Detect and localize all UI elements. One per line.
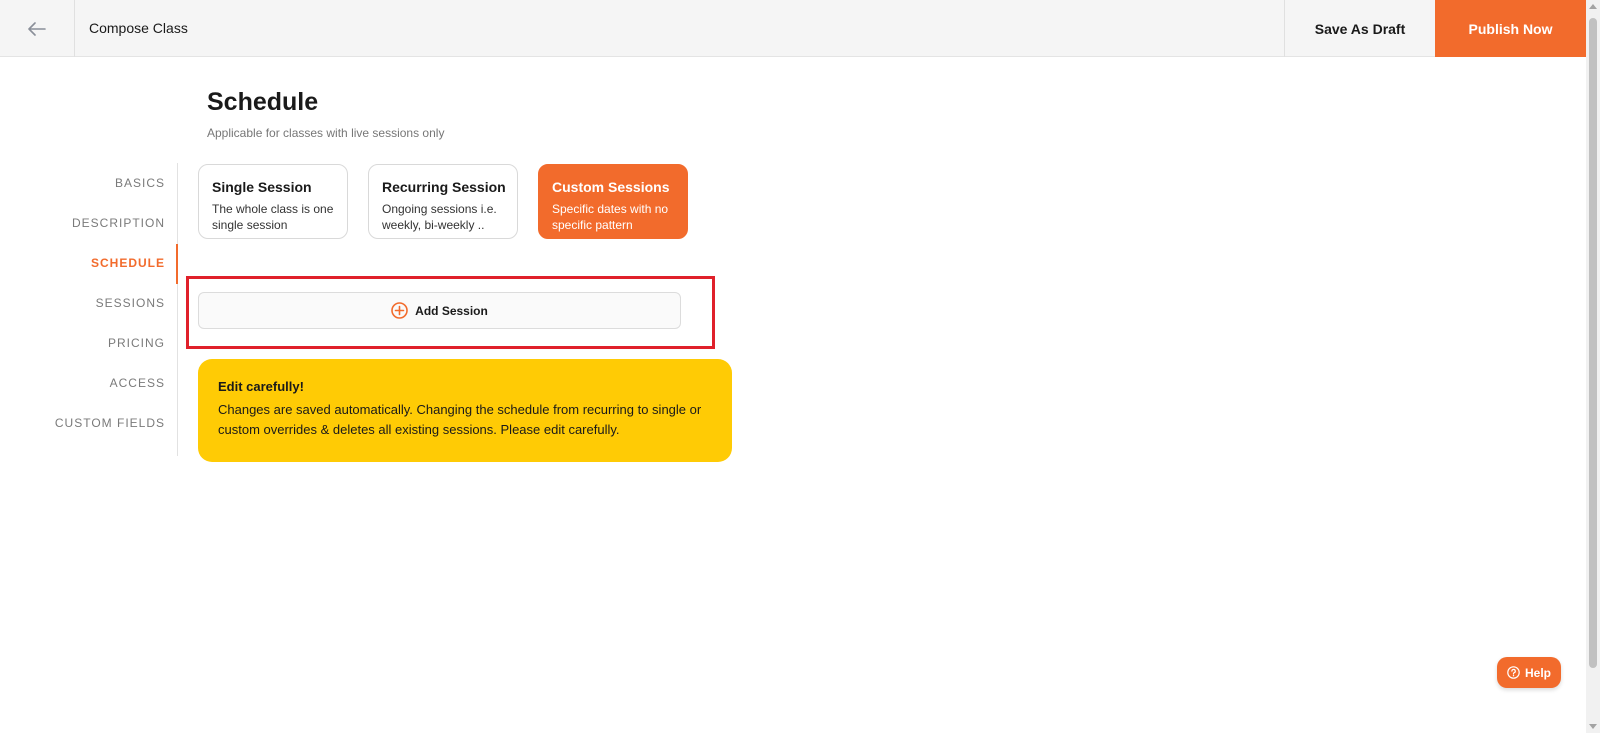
warning-title: Edit carefully! (218, 379, 304, 394)
page-title: Schedule (207, 88, 319, 116)
sidenav-item-basics[interactable]: BASICS (18, 176, 178, 190)
sidenav-item-custom-fields[interactable]: CUSTOM FIELDS (18, 416, 178, 430)
custom-sessions-card[interactable]: Custom Sessions Specific dates with no s… (538, 164, 688, 239)
sidenav-item-pricing[interactable]: PRICING (18, 336, 178, 350)
plus-circle-icon (391, 302, 408, 319)
add-session-label: Add Session (415, 303, 488, 318)
help-button[interactable]: Help (1497, 657, 1561, 688)
card-description: Ongoing sessions i.e. weekly, bi-weekly … (382, 202, 497, 232)
sidenav-item-sessions[interactable]: SESSIONS (18, 296, 178, 310)
sidenav-item-access[interactable]: ACCESS (18, 376, 178, 390)
vertical-scrollbar[interactable] (1586, 0, 1600, 733)
scroll-up-arrow-icon[interactable] (1589, 4, 1597, 9)
add-session-button[interactable]: Add Session (198, 292, 681, 329)
sidenav-item-description[interactable]: DESCRIPTION (18, 216, 178, 230)
publish-now-button[interactable]: Publish Now (1435, 0, 1586, 57)
warning-text: Changes are saved automatically. Changin… (218, 402, 702, 437)
top-bar: Compose Class Save As Draft Publish Now (0, 0, 1586, 57)
app-title: Compose Class (89, 20, 188, 36)
back-button[interactable] (0, 0, 75, 57)
card-title: Recurring Session (382, 179, 506, 195)
help-label: Help (1524, 665, 1551, 680)
single-session-card[interactable]: Single Session The whole class is one si… (198, 164, 348, 239)
scroll-down-arrow-icon[interactable] (1589, 724, 1597, 729)
card-title: Single Session (212, 179, 312, 195)
question-circle-icon (1507, 666, 1520, 679)
scroll-thumb[interactable] (1589, 18, 1597, 668)
edit-warning-box: Edit carefully! Changes are saved automa… (198, 359, 732, 462)
card-description: Specific dates with no specific pattern (552, 202, 669, 232)
save-as-draft-button[interactable]: Save As Draft (1284, 0, 1435, 57)
card-description: The whole class is one single session (212, 202, 334, 232)
page-subtitle: Applicable for classes with live session… (207, 126, 445, 140)
sidenav-item-schedule[interactable]: SCHEDULE (18, 256, 178, 270)
card-title: Custom Sessions (552, 179, 670, 195)
arrow-left-icon (28, 21, 46, 36)
recurring-session-card[interactable]: Recurring Session Ongoing sessions i.e. … (368, 164, 518, 239)
